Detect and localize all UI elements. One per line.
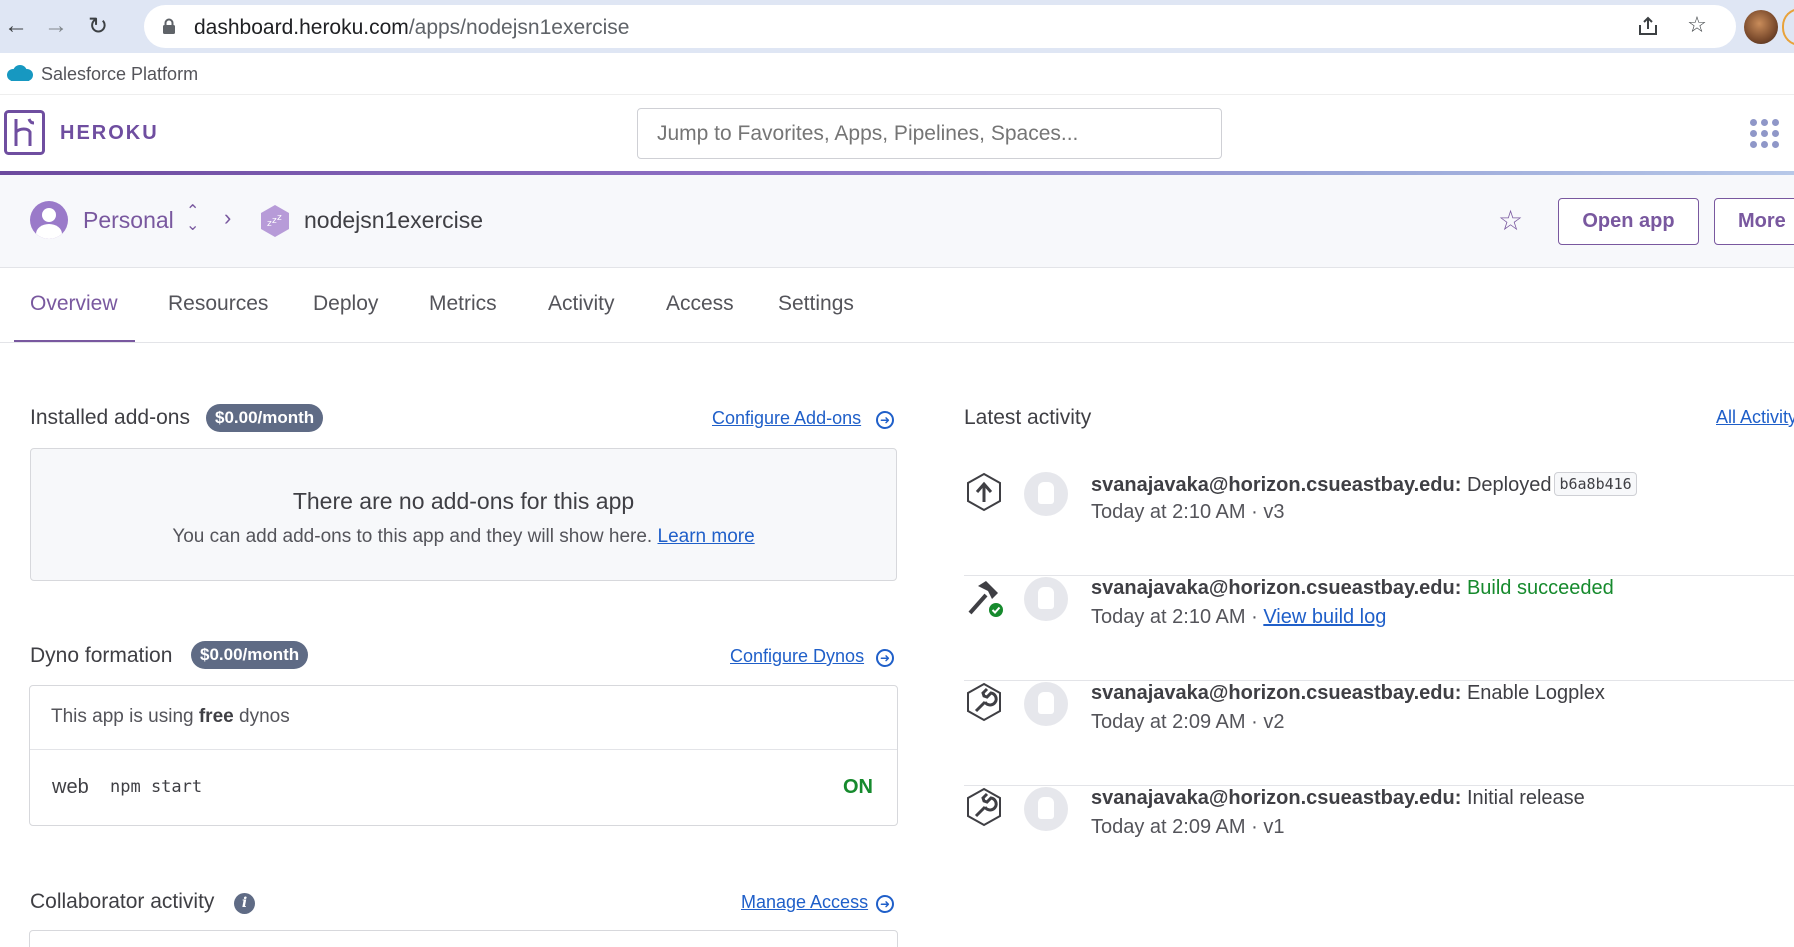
more-button[interactable]: More <box>1714 198 1794 245</box>
account-switcher-chevron-icon[interactable]: ⌃ ⌄ <box>186 204 199 234</box>
svg-text:z: z <box>277 213 282 223</box>
configure-dynos-arrow-icon[interactable]: ➜ <box>876 649 894 667</box>
sleeping-app-icon: z z z <box>261 205 289 237</box>
salesforce-platform-label: Salesforce Platform <box>41 64 199 84</box>
address-bar[interactable]: dashboard.heroku.com/apps/nodejsn1exerci… <box>144 5 1736 48</box>
latest-activity-title: Latest activity <box>964 406 1092 429</box>
dyno-status: ON <box>843 776 873 798</box>
favorite-star-icon[interactable]: ☆ <box>1498 204 1523 237</box>
tab-activity[interactable]: Activity <box>548 292 615 316</box>
apps-grid-icon[interactable] <box>1750 119 1780 149</box>
info-icon[interactable]: i <box>234 893 255 914</box>
activity-timestamp: Today at 2:09 AM · v1 <box>1091 816 1285 838</box>
wrench-icon <box>967 682 1001 722</box>
breadcrumb-personal[interactable]: Personal <box>83 207 174 234</box>
browser-toolbar: ← → ↻ dashboard.heroku.com/apps/nodejsn1… <box>0 0 1794 53</box>
heroku-header: HEROKU <box>0 95 1794 173</box>
activity-item: svanajavaka@horizon.csueastbay.edu: Buil… <box>964 577 1794 681</box>
lock-icon <box>163 18 175 34</box>
user-avatar-icon <box>1024 472 1068 516</box>
open-app-button[interactable]: Open app <box>1558 198 1699 245</box>
share-icon[interactable] <box>1634 12 1662 40</box>
user-avatar-icon <box>1024 682 1068 726</box>
app-tabs: Overview Resources Deploy Metrics Activi… <box>0 268 1794 343</box>
dyno-tier-note: This app is using free dynos <box>30 686 897 750</box>
learn-more-link[interactable]: Learn more <box>658 526 755 547</box>
tab-overview[interactable]: Overview <box>30 292 118 316</box>
dyno-command: npm start <box>110 777 203 797</box>
dyno-formation-title: Dyno formation <box>30 644 173 667</box>
salesforce-strip: Salesforce Platform <box>0 53 1794 95</box>
addons-price-badge: $0.00/month <box>206 404 324 432</box>
activity-summary: svanajavaka@horizon.csueastbay.edu: Enab… <box>1091 682 1605 704</box>
activity-item: svanajavaka@horizon.csueastbay.edu: Init… <box>964 787 1794 891</box>
installed-addons-title: Installed add-ons <box>30 406 190 429</box>
wrench-icon <box>967 787 1001 827</box>
jump-search-input[interactable] <box>637 108 1222 159</box>
active-tab-indicator <box>14 340 135 342</box>
activity-timestamp: Today at 2:09 AM · v2 <box>1091 711 1285 733</box>
activity-timestamp: Today at 2:10 AM · v3 <box>1091 501 1285 523</box>
manage-access-link[interactable]: Manage Access <box>741 892 868 913</box>
app-header: Personal ⌃ ⌄ › z z z nodejsn1exercise ☆ O… <box>0 175 1794 268</box>
dyno-panel: This app is using free dynos web npm sta… <box>29 685 898 826</box>
user-avatar-icon <box>1024 787 1068 831</box>
commit-hash[interactable]: b6a8b416 <box>1554 472 1637 496</box>
addons-empty-subtitle: You can add add-ons to this app and they… <box>172 526 755 547</box>
salesforce-cloud-icon <box>7 65 33 81</box>
forward-arrow-icon[interactable]: → <box>40 10 72 42</box>
app-name[interactable]: nodejsn1exercise <box>304 207 483 234</box>
heroku-wordmark[interactable]: HEROKU <box>60 122 159 145</box>
collaborator-panel <box>29 930 898 947</box>
activity-item: svanajavaka@horizon.csueastbay.edu: Enab… <box>964 682 1794 786</box>
configure-dynos-link[interactable]: Configure Dynos <box>730 646 864 667</box>
activity-item: svanajavaka@horizon.csueastbay.edu: Depl… <box>964 472 1794 576</box>
personal-account-avatar-icon[interactable] <box>30 201 68 239</box>
all-activity-link[interactable]: All Activity <box>1716 407 1794 428</box>
tab-resources[interactable]: Resources <box>168 292 268 316</box>
addons-empty-title: There are no add-ons for this app <box>292 488 635 514</box>
bookmark-star-icon[interactable]: ☆ <box>1683 11 1711 39</box>
tab-deploy[interactable]: Deploy <box>313 292 378 316</box>
view-build-log-link[interactable]: View build log <box>1263 606 1386 628</box>
reload-icon[interactable]: ↻ <box>82 10 114 42</box>
dyno-process-type: web <box>52 776 89 798</box>
activity-summary: svanajavaka@horizon.csueastbay.edu: Depl… <box>1091 472 1637 497</box>
user-avatar-icon <box>1024 577 1068 621</box>
url-text: dashboard.heroku.com/apps/nodejsn1exerci… <box>194 16 630 39</box>
profile-avatar[interactable] <box>1744 10 1778 44</box>
tab-access[interactable]: Access <box>666 292 734 316</box>
back-arrow-icon[interactable]: ← <box>0 10 32 42</box>
activity-summary: svanajavaka@horizon.csueastbay.edu: Buil… <box>1091 577 1614 599</box>
activity-summary: svanajavaka@horizon.csueastbay.edu: Init… <box>1091 787 1585 809</box>
tab-settings[interactable]: Settings <box>778 292 854 316</box>
collaborator-activity-title: Collaborator activity <box>30 890 215 913</box>
configure-addons-arrow-icon[interactable]: ➜ <box>876 411 894 429</box>
activity-timestamp: Today at 2:10 AM · View build log <box>1091 606 1387 628</box>
manage-access-arrow-icon[interactable]: ➜ <box>876 895 894 913</box>
build-hammer-icon <box>968 581 1003 617</box>
tab-metrics[interactable]: Metrics <box>429 292 497 316</box>
profile-ring <box>1782 8 1794 46</box>
dynos-price-badge: $0.00/month <box>191 641 309 669</box>
addons-empty-panel: There are no add-ons for this app You ca… <box>30 448 897 581</box>
breadcrumb-separator-icon: › <box>224 205 232 230</box>
heroku-logo-icon[interactable] <box>4 110 45 155</box>
configure-addons-link[interactable]: Configure Add-ons <box>712 408 861 429</box>
deploy-arrow-icon <box>967 472 1001 512</box>
